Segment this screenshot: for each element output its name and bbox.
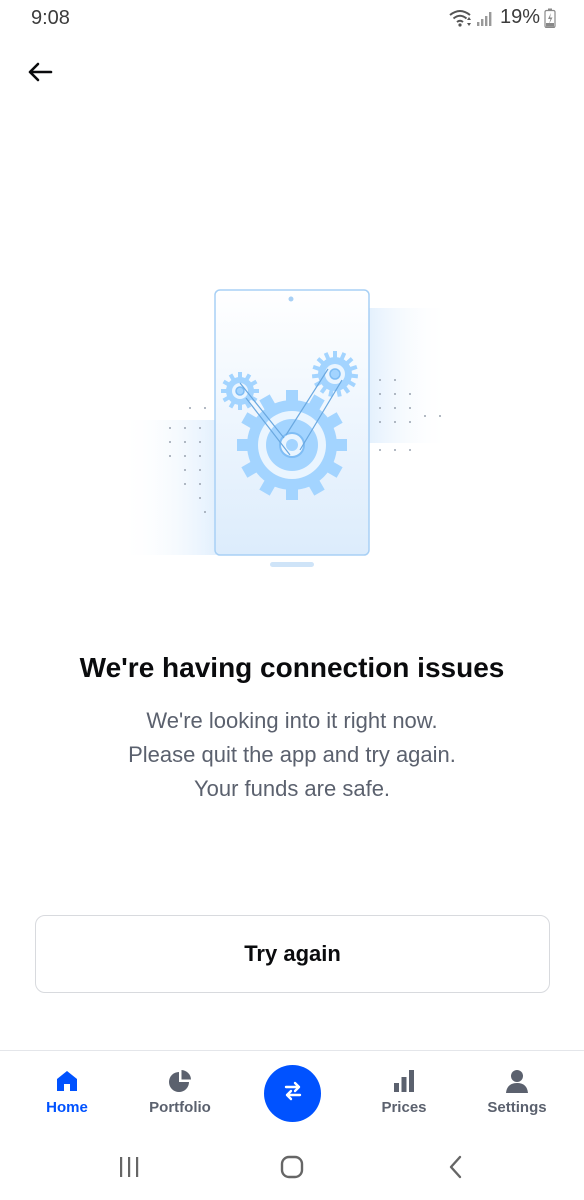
- error-description: We're looking into it right now. Please …: [0, 704, 584, 806]
- screen: 9:08 19% We're having connection issues …: [0, 0, 584, 1200]
- person-icon: [467, 1067, 567, 1095]
- status-bar: 9:08 19%: [0, 0, 584, 38]
- back-chevron-icon: [446, 1154, 466, 1185]
- swap-arrows-icon: [282, 1080, 304, 1107]
- nav-item-portfolio[interactable]: Portfolio: [130, 1067, 230, 1116]
- back-button[interactable]: [22, 56, 58, 92]
- battery-percent: 19%: [499, 6, 540, 28]
- status-icons: 19%: [448, 6, 556, 29]
- nav-label: Settings: [487, 1099, 547, 1116]
- error-line: We're looking into it right now.: [146, 708, 438, 733]
- trade-button[interactable]: [264, 1065, 321, 1122]
- nav-label: Prices: [381, 1099, 427, 1116]
- bottom-nav: Home Portfolio Prices Settings: [0, 1050, 584, 1138]
- error-line: Please quit the app and try again.: [128, 742, 456, 767]
- wifi-icon: [448, 8, 472, 28]
- back-arrow-icon: [27, 62, 53, 87]
- bar-chart-icon: [354, 1067, 454, 1095]
- system-home-button[interactable]: [272, 1152, 312, 1186]
- error-line: Your funds are safe.: [193, 776, 391, 801]
- nav-item-settings[interactable]: Settings: [467, 1067, 567, 1116]
- nav-item-home[interactable]: Home: [17, 1067, 117, 1116]
- error-title: We're having connection issues: [79, 652, 505, 683]
- recent-apps-icon: [117, 1155, 141, 1184]
- nav-label: Portfolio: [149, 1099, 211, 1116]
- system-nav-bar: [0, 1138, 584, 1200]
- pie-chart-icon: [130, 1067, 230, 1095]
- signal-icon: [476, 9, 494, 27]
- home-icon: [17, 1067, 117, 1095]
- try-again-button[interactable]: Try again: [35, 915, 550, 993]
- system-back-button[interactable]: [436, 1152, 476, 1186]
- battery-charging-icon: [544, 8, 556, 28]
- recent-apps-button[interactable]: [109, 1152, 149, 1186]
- phone-with-gears-illustration: [120, 280, 460, 580]
- status-time: 9:08: [31, 7, 70, 29]
- nav-label: Home: [46, 1099, 88, 1116]
- nav-item-prices[interactable]: Prices: [354, 1067, 454, 1116]
- home-circle-icon: [279, 1154, 305, 1185]
